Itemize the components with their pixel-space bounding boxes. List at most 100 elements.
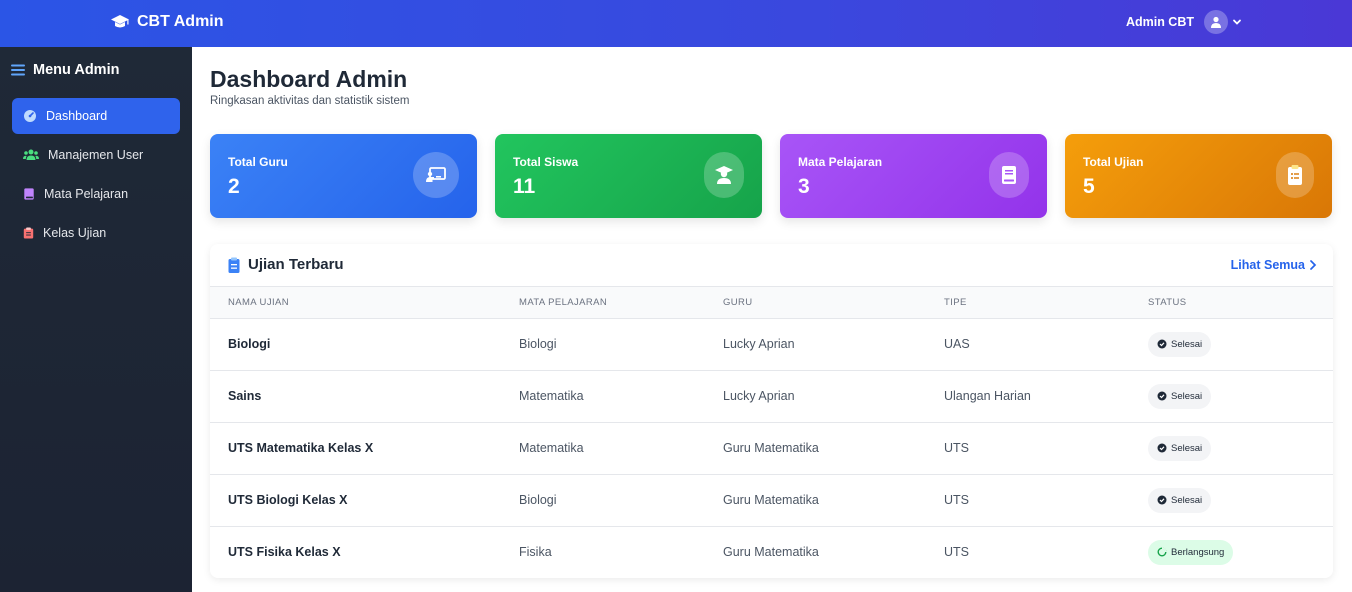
- stat-label: Total Guru: [228, 155, 288, 169]
- stat-icon-wrap: [704, 152, 744, 198]
- exam-status-cell: Selesai: [1148, 318, 1333, 370]
- stat-label: Total Ujian: [1083, 155, 1144, 169]
- stat-card-mata-pelajaran: Mata Pelajaran 3: [780, 134, 1047, 218]
- exam-name: UTS Matematika Kelas X: [228, 441, 374, 455]
- column-header: NAMA UJIAN: [228, 296, 290, 308]
- stat-card-total-ujian: Total Ujian 5: [1065, 134, 1332, 218]
- status-badge: Selesai: [1148, 383, 1212, 409]
- panel-title-label: Ujian Terbaru: [248, 256, 344, 273]
- column-header: MATA PELAJARAN: [519, 296, 608, 308]
- user-icon: [1211, 16, 1221, 28]
- chevron-right-icon: [1310, 260, 1317, 270]
- stat-value: 2: [228, 175, 240, 198]
- status-badge: Selesai: [1148, 487, 1212, 513]
- stat-value: 5: [1083, 175, 1095, 198]
- table-row[interactable]: UTS Biologi Kelas X Biologi Guru Matemat…: [210, 474, 1333, 526]
- exam-type: UAS: [944, 337, 970, 351]
- exam-subject: Matematika: [519, 389, 584, 403]
- graduation-cap-icon: [111, 15, 129, 28]
- stat-card-total-guru: Total Guru 2: [210, 134, 477, 218]
- sidebar-item-label: Dashboard: [46, 109, 108, 123]
- status-label: Selesai: [1171, 338, 1203, 350]
- exam-type: UTS: [944, 441, 969, 455]
- sidebar-item-mata-pelajaran[interactable]: Mata Pelajaran: [12, 176, 180, 212]
- exam-type: Ulangan Harian: [944, 389, 1031, 403]
- table-header-row: NAMA UJIAN MATA PELAJARAN GURU TIPE STAT…: [210, 287, 1333, 318]
- exam-name: UTS Biologi Kelas X: [228, 493, 348, 507]
- status-label: Selesai: [1171, 494, 1203, 506]
- sidebar-item-label: Kelas Ujian: [43, 226, 107, 240]
- avatar[interactable]: [1204, 10, 1228, 34]
- clipboard-icon: [23, 227, 34, 239]
- chevron-down-icon[interactable]: [1232, 17, 1242, 27]
- stat-cards: Total Guru 2 Total Siswa 11 Mata Pelajar…: [210, 134, 1332, 218]
- stat-label: Mata Pelajaran: [798, 155, 883, 169]
- exam-subject: Biologi: [519, 493, 557, 507]
- stat-icon-wrap: [989, 152, 1029, 198]
- brand-name: CBT Admin: [137, 13, 224, 30]
- sidebar-title-label: Menu Admin: [33, 62, 120, 78]
- sidebar-item-label: Mata Pelajaran: [44, 187, 129, 201]
- exam-subject: Biologi: [519, 337, 557, 351]
- page-title: Dashboard Admin: [210, 66, 408, 92]
- status-label: Selesai: [1171, 390, 1203, 402]
- table-row[interactable]: UTS Fisika Kelas X Fisika Guru Matematik…: [210, 526, 1333, 578]
- exam-type: UTS: [944, 493, 969, 507]
- menu-icon: [11, 64, 25, 76]
- spinner-icon: [1157, 547, 1167, 557]
- gauge-icon: [24, 110, 36, 122]
- see-all-label: Lihat Semua: [1230, 258, 1305, 272]
- sidebar-title: Menu Admin: [11, 62, 119, 78]
- top-navbar: CBT Admin Admin CBT: [0, 0, 1352, 47]
- recent-exams-panel: Ujian Terbaru Lihat Semua NAMA UJIAN MAT…: [210, 244, 1333, 578]
- status-label: Berlangsung: [1171, 546, 1225, 558]
- user-menu[interactable]: Admin CBT: [1126, 10, 1242, 34]
- recent-exams-table: NAMA UJIAN MATA PELAJARAN GURU TIPE STAT…: [210, 287, 1333, 578]
- status-label: Selesai: [1171, 442, 1203, 454]
- stat-icon-wrap: [413, 152, 459, 198]
- user-name: Admin CBT: [1125, 15, 1194, 29]
- exam-subject: Fisika: [519, 545, 552, 560]
- book-icon: [24, 188, 34, 200]
- exam-teacher: Lucky Aprian: [723, 337, 795, 351]
- sidebar-item-label: Manajemen User: [48, 148, 144, 162]
- graduate-icon: [715, 166, 733, 184]
- table-row[interactable]: Sains Matematika Lucky Aprian Ulangan Ha…: [210, 370, 1333, 422]
- exam-teacher: Lucky Aprian: [723, 389, 795, 403]
- exam-status-cell: Selesai: [1148, 370, 1333, 422]
- sidebar: Menu Admin Dashboard Manajemen User Mata…: [0, 47, 192, 592]
- page-subtitle: Ringkasan aktivitas dan statistik sistem: [210, 95, 410, 107]
- exam-teacher: Guru Matematika: [723, 493, 819, 507]
- book-icon: [1002, 166, 1016, 184]
- exam-teacher: Guru Matematika: [723, 441, 819, 455]
- check-circle-icon: [1157, 495, 1167, 505]
- status-badge: Selesai: [1148, 435, 1212, 461]
- panel-header: Ujian Terbaru Lihat Semua: [210, 244, 1333, 287]
- stat-icon-wrap: [1276, 152, 1314, 198]
- status-badge: Selesai: [1148, 331, 1212, 357]
- stat-value: 11: [513, 175, 536, 198]
- stat-label: Total Siswa: [513, 155, 579, 169]
- check-circle-icon: [1157, 443, 1167, 453]
- sidebar-item-manajemen-user[interactable]: Manajemen User: [12, 137, 180, 173]
- see-all-link[interactable]: Lihat Semua: [1231, 258, 1317, 272]
- stat-card-total-siswa: Total Siswa 11: [495, 134, 762, 218]
- stat-value: 3: [798, 175, 810, 198]
- exam-name: Sains: [228, 389, 262, 403]
- exam-status-cell: Berlangsung: [1148, 526, 1333, 578]
- panel-title: Ujian Terbaru: [228, 256, 344, 273]
- check-circle-icon: [1157, 391, 1167, 401]
- table-row[interactable]: UTS Matematika Kelas X Matematika Guru M…: [210, 422, 1333, 474]
- exam-name: Biologi: [228, 337, 271, 351]
- status-badge: Berlangsung: [1148, 539, 1234, 565]
- exam-status-cell: Selesai: [1148, 422, 1333, 474]
- clipboard-icon: [228, 257, 240, 273]
- brand-link[interactable]: CBT Admin: [110, 13, 224, 31]
- main-content: Dashboard Admin Ringkasan aktivitas dan …: [192, 47, 1352, 592]
- table-row[interactable]: Biologi Biologi Lucky Aprian UAS Selesai: [210, 318, 1333, 370]
- exam-teacher: Guru Matematika: [723, 545, 819, 560]
- sidebar-item-kelas-ujian[interactable]: Kelas Ujian: [12, 215, 180, 251]
- sidebar-nav: Dashboard Manajemen User Mata Pelajaran: [12, 98, 180, 254]
- exam-type: UTS: [944, 545, 969, 560]
- sidebar-item-dashboard[interactable]: Dashboard: [12, 98, 180, 134]
